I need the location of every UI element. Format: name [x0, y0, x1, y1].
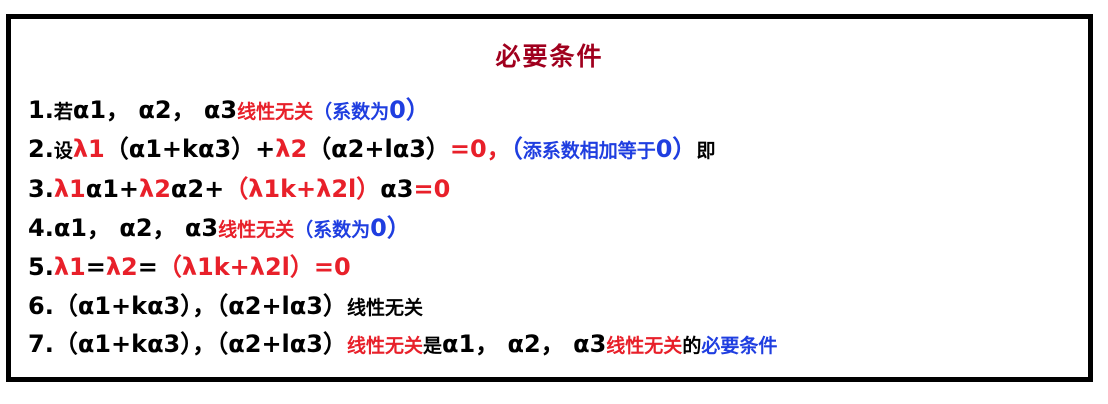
page-title: 必要条件 — [495, 42, 604, 71]
line-1-segment: 0） — [389, 96, 430, 124]
line-5-segment: = — [85, 253, 106, 281]
content-frame: 必要条件 1.若α1， α2， α3线性无关（系数为0） 2.设λ1（α1+kα… — [6, 14, 1093, 382]
line-1-segment: 线性无关 — [237, 101, 314, 123]
line-1-segment: （系数为 — [313, 101, 390, 123]
line-2-segment: λ2 — [275, 135, 308, 163]
line-3-segment: 3. — [28, 175, 54, 203]
line-2-segment: 即 — [696, 140, 716, 162]
line-7-segment: 线性无关 — [606, 335, 683, 357]
line-4-segment: 0） — [370, 214, 411, 242]
line-4-segment: （系数为 — [294, 219, 371, 241]
line-3-segment: α1+ — [85, 175, 140, 203]
step-line-7: 7.（α1+kα3），（α2+lα3）线性无关是α1， α2， α3线性无关的必… — [28, 329, 777, 361]
step-line-1: 1.若α1， α2， α3线性无关（系数为0） — [28, 95, 430, 127]
line-4-segment: 4.α1， α2， α3 — [28, 214, 219, 242]
step-line-2: 2.设λ1（α1+kα3）+λ2（α2+lα3）=0，（添系数相加等于0）即 — [28, 134, 715, 166]
line-2-segment: =0， — [449, 135, 511, 163]
line-2-segment: （ — [510, 135, 523, 163]
line-7-segment: 必要条件 — [701, 335, 778, 357]
line-1-segment: α1， α2， α3 — [72, 96, 238, 124]
line-7-segment: 7.（α1+kα3），（α2+lα3） — [28, 330, 347, 358]
step-line-6: 6.（α1+kα3），（α2+lα3）线性无关 — [28, 291, 423, 323]
line-1-segment: 1. — [28, 96, 54, 124]
step-line-4: 4.α1， α2， α3线性无关（系数为0） — [28, 213, 411, 245]
line-2-segment: 添系数相加等于 — [522, 140, 656, 162]
line-2-segment: （α1+kα3）+ — [104, 135, 276, 163]
line-7-segment: α1， α2， α3 — [442, 330, 607, 358]
line-3-segment: λ2 — [139, 175, 171, 203]
line-7-segment: 是 — [423, 335, 443, 357]
line-2-segment: （α2+lα3） — [307, 135, 450, 163]
line-5-segment: （λ1k+λ2l）=0 — [157, 253, 351, 281]
line-5-segment: 5. — [28, 253, 54, 281]
line-5-segment: = — [137, 253, 158, 281]
line-3-segment: λ1 — [53, 175, 86, 203]
line-3-segment: α3 — [380, 175, 414, 203]
line-2-segment: 0） — [655, 135, 697, 163]
line-2-segment: 2. — [28, 135, 54, 163]
line-2-segment: λ1 — [72, 135, 105, 163]
line-7-segment: 的 — [682, 335, 702, 357]
line-4-segment: 线性无关 — [218, 219, 295, 241]
line-1-segment: 若 — [53, 101, 73, 123]
step-line-5: 5.λ1=λ2=（λ1k+λ2l）=0 — [28, 252, 351, 282]
line-6-segment: 线性无关 — [346, 297, 423, 319]
line-3-segment: =0 — [413, 175, 451, 203]
line-6-segment: 6.（α1+kα3），（α2+lα3） — [28, 292, 347, 320]
line-5-segment: λ1 — [53, 253, 86, 281]
line-3-segment: α2+ — [170, 175, 225, 203]
line-3-segment: （λ1k+λ2l） — [224, 175, 381, 203]
line-2-segment: 设 — [53, 140, 73, 162]
line-7-segment: 线性无关 — [346, 335, 423, 357]
line-5-segment: λ2 — [105, 253, 138, 281]
step-line-3: 3.λ1α1+λ2α2+（λ1k+λ2l）α3=0 — [28, 174, 450, 204]
